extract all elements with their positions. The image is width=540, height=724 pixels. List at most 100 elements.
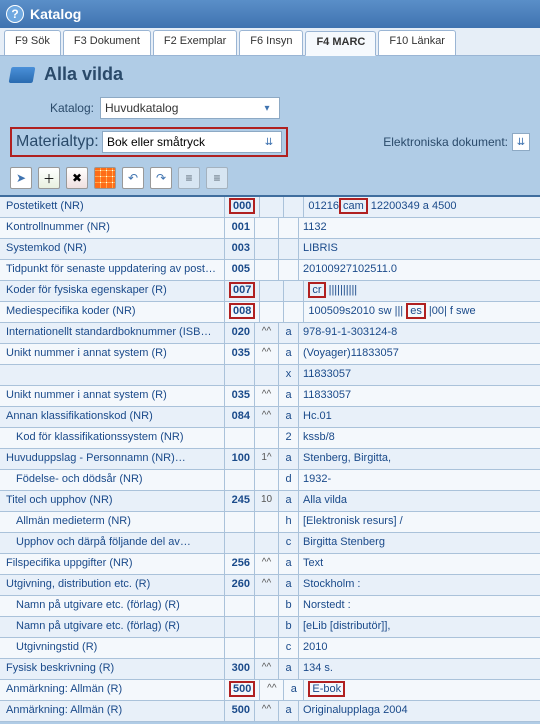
field-label[interactable]: Postetikett (NR) [0,197,225,217]
field-label[interactable]: Anmärkning: Allmän (R) [0,680,225,700]
field-value[interactable]: 1132 [299,218,540,238]
marc-row[interactable]: Utgivningstid (R)c2010 [0,638,540,659]
field-value[interactable]: LIBRIS [299,239,540,259]
undo-button[interactable]: ↶ [122,167,144,189]
field-value[interactable]: Alla vilda [299,491,540,511]
field-label[interactable]: Huvuduppslag - Personnamn (NR)… [0,449,225,469]
field-label[interactable]: Upphov och därpå följande del av… [0,533,225,553]
field-label[interactable] [0,365,225,385]
redo-button[interactable]: ↷ [150,167,172,189]
katalog-select[interactable]: Huvudkatalog ▾ [100,97,280,119]
field-value[interactable]: Norstedt : [299,596,540,616]
field-label[interactable]: Annan klassifikationskod (NR) [0,407,225,427]
marc-row[interactable]: Anmärkning: Allmän (R)500^^aOriginaluppl… [0,701,540,722]
marc-row[interactable]: Postetikett (NR)00001216cam 12200349 a 4… [0,197,540,218]
field-label[interactable]: Unikt nummer i annat system (R) [0,386,225,406]
field-value[interactable]: 11833057 [299,365,540,385]
marc-row[interactable]: Upphov och därpå följande del av… cBirgit… [0,533,540,554]
field-tag [225,638,255,658]
delete-doc-button[interactable]: ✖ [66,167,88,189]
field-subfield: x [279,365,299,385]
marc-row[interactable]: Systemkod (NR)003LIBRIS [0,239,540,260]
add-doc-button[interactable]: ＋ [38,167,60,189]
field-indicators [255,596,279,616]
field-value[interactable]: Stockholm : [299,575,540,595]
field-value[interactable]: [eLib [distributör]], [299,617,540,637]
field-label[interactable]: Filspecifika uppgifter (NR) [0,554,225,574]
field-value[interactable]: 11833057 [299,386,540,406]
tab-lankar[interactable]: F10 Länkar [378,30,456,55]
help-icon[interactable]: ? [6,5,24,23]
field-value[interactable]: 20100927102511.0 [299,260,540,280]
marc-row[interactable]: Huvuduppslag - Personnamn (NR)…1001^aSte… [0,449,540,470]
field-subfield: b [279,617,299,637]
field-value[interactable]: 2010 [299,638,540,658]
field-label[interactable]: Namn på utgivare etc. (förlag) (R) [0,596,225,616]
field-value[interactable]: E-bok [304,680,540,700]
field-label[interactable]: Tidpunkt för senaste uppdatering av post… [0,260,225,280]
field-label[interactable]: Kontrollnummer (NR) [0,218,225,238]
material-select[interactable]: Bok eller småtryck ⇊ [102,131,282,153]
tab-exemplar[interactable]: F2 Exemplar [153,30,237,55]
elec-doc-expand-button[interactable]: ⇊ [512,133,530,151]
tab-insyn[interactable]: F6 Insyn [239,30,303,55]
field-label[interactable]: Titel och upphov (NR) [0,491,225,511]
field-label[interactable]: Namn på utgivare etc. (förlag) (R) [0,617,225,637]
field-label[interactable]: Internationellt standardboknummer (ISBN)… [0,323,225,343]
field-value[interactable]: 1932- [299,470,540,490]
field-subfield [279,260,299,280]
marc-row[interactable]: Filspecifika uppgifter (NR)256^^aText [0,554,540,575]
field-label[interactable]: Utgivningstid (R) [0,638,225,658]
material-row: Materialtyp: Bok eller småtryck ⇊ Elektr… [0,123,540,161]
field-label[interactable]: Systemkod (NR) [0,239,225,259]
marc-row[interactable]: Kontrollnummer (NR)0011132 [0,218,540,239]
field-value[interactable]: Originalupplaga 2004 [299,701,540,721]
marc-row[interactable]: Annan klassifikationskod (NR)084^^aHc.01 [0,407,540,428]
marc-row[interactable]: Internationellt standardboknummer (ISBN)… [0,323,540,344]
marc-row[interactable]: x11833057 [0,365,540,386]
field-value[interactable]: 978-91-1-303124-8 [299,323,540,343]
field-label[interactable]: Mediespecifika koder (NR) [0,302,225,322]
field-value[interactable]: Text [299,554,540,574]
field-label[interactable]: Utgivning, distribution etc. (R) [0,575,225,595]
marc-row[interactable]: Utgivning, distribution etc. (R)260^^aSt… [0,575,540,596]
field-value[interactable]: [Elektronisk resurs] / [299,512,540,532]
marc-row[interactable]: Tidpunkt för senaste uppdatering av post… [0,260,540,281]
field-label[interactable]: Unikt nummer i annat system (R) [0,344,225,364]
field-value[interactable]: 01216cam 12200349 a 4500 [304,197,540,217]
tab-marc[interactable]: F4 MARC [305,31,376,56]
marc-row[interactable]: Namn på utgivare etc. (förlag) (R)bNorst… [0,596,540,617]
field-value[interactable]: Hc.01 [299,407,540,427]
marc-row[interactable]: Fysisk beskrivning (R)300^^a134 s. [0,659,540,680]
field-label[interactable]: Födelse- och dödsår (NR) [0,470,225,490]
field-tag: 035 [225,386,255,406]
field-label[interactable]: Anmärkning: Allmän (R) [0,701,225,721]
tab-dokument[interactable]: F3 Dokument [63,30,151,55]
marc-row[interactable]: Unikt nummer i annat system (R)035^^a(Vo… [0,344,540,365]
field-value[interactable]: kssb/8 [299,428,540,448]
marc-row[interactable]: Födelse- och dödsår (NR)d1932- [0,470,540,491]
field-value[interactable]: (Voyager)11833057 [299,344,540,364]
field-label[interactable]: Allmän medieterm (NR) [0,512,225,532]
marc-row[interactable]: Unikt nummer i annat system (R)035^^a118… [0,386,540,407]
marc-row[interactable]: Mediespecifika koder (NR)008100509s2010 … [0,302,540,323]
new-button[interactable]: ➤ [10,167,32,189]
field-value[interactable]: Birgitta Stenberg [299,533,540,553]
field-label[interactable]: Fysisk beskrivning (R) [0,659,225,679]
field-label[interactable]: Koder för fysiska egenskaper (R) [0,281,225,301]
marc-row[interactable]: Kod för klassifikationssystem (NR)2kssb/… [0,428,540,449]
marc-row[interactable]: Koder för fysiska egenskaper (R)007cr ||… [0,281,540,302]
grid-button[interactable] [94,167,116,189]
field-label[interactable]: Kod för klassifikationssystem (NR) [0,428,225,448]
field-value[interactable]: 100509s2010 sw ||| es |00| f swe [304,302,540,322]
field-value[interactable]: cr |||||||||| [304,281,540,301]
field-value[interactable]: Stenberg, Birgitta, [299,449,540,469]
marc-row[interactable]: Namn på utgivare etc. (förlag) (R) b[eLib… [0,617,540,638]
marc-row[interactable]: Anmärkning: Allmän (R)500^^aE-bok [0,680,540,701]
field-subfield: c [279,533,299,553]
tab-sok[interactable]: F9 Sök [4,30,61,55]
marc-row[interactable]: Allmän medieterm (NR)h[Elektronisk resur… [0,512,540,533]
field-value[interactable]: 134 s. [299,659,540,679]
marc-row[interactable]: Titel och upphov (NR)24510aAlla vilda [0,491,540,512]
marc-table: Postetikett (NR)00001216cam 12200349 a 4… [0,195,540,722]
